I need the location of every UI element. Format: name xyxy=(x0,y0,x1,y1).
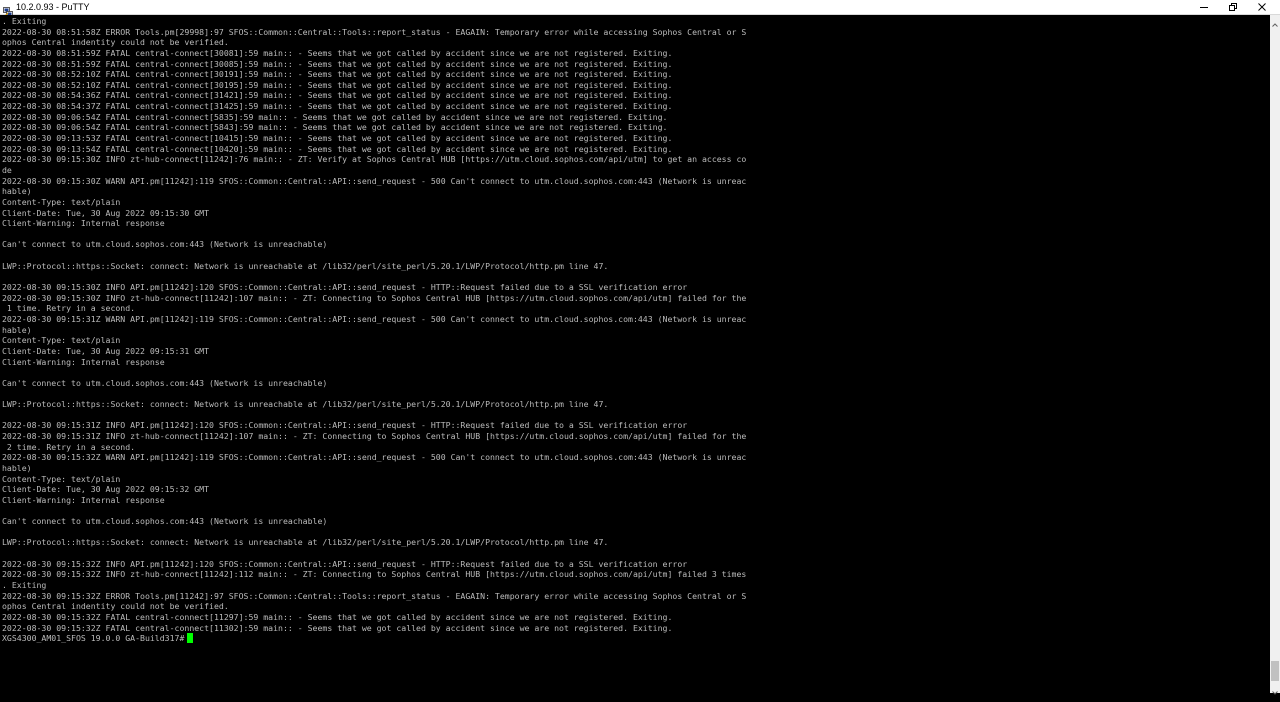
terminal-line: 2022-08-30 09:15:31Z INFO zt-hub-connect… xyxy=(2,430,747,441)
terminal-line: hable) xyxy=(2,324,32,335)
terminal-line: Client-Warning: Internal response xyxy=(2,494,165,505)
terminal-line: 2022-08-30 08:51:58Z ERROR Tools.pm[2999… xyxy=(2,26,747,37)
terminal-line: 2022-08-30 08:51:59Z FATAL central-conne… xyxy=(2,47,673,58)
putty-icon[interactable] xyxy=(3,2,13,17)
terminal-line: LWP::Protocol::https::Socket: connect: N… xyxy=(2,537,609,548)
minimize-icon xyxy=(1199,2,1209,12)
terminal-line: de xyxy=(2,164,12,175)
text-cursor xyxy=(187,633,194,644)
terminal-line: 2 time. Retry in a second. xyxy=(2,441,136,452)
terminal-line: LWP::Protocol::https::Socket: connect: N… xyxy=(2,260,609,271)
terminal-line: Client-Warning: Internal response xyxy=(2,356,165,367)
terminal-line: hable) xyxy=(2,462,32,473)
terminal-line: Content-Type: text/plain xyxy=(2,473,121,484)
terminal-line: 2022-08-30 09:15:32Z ERROR Tools.pm[1124… xyxy=(2,590,747,601)
restore-icon xyxy=(1228,2,1238,12)
terminal-output[interactable]: . Exiting 2022-08-30 08:51:58Z ERROR Tool… xyxy=(0,15,1270,693)
terminal-line: hable) xyxy=(2,186,32,197)
terminal-line: 2022-08-30 09:15:32Z FATAL central-conne… xyxy=(2,622,673,633)
terminal-line: 2022-08-30 09:06:54Z FATAL central-conne… xyxy=(2,122,668,133)
terminal-line: Content-Type: text/plain xyxy=(2,196,121,207)
terminal-line: 2022-08-30 09:13:54Z FATAL central-conne… xyxy=(2,143,673,154)
terminal-line: 2022-08-30 09:15:30Z INFO API.pm[11242]:… xyxy=(2,282,688,293)
terminal-line: 2022-08-30 09:15:32Z INFO API.pm[11242]:… xyxy=(2,558,688,569)
terminal-line: 2022-08-30 09:15:30Z INFO zt-hub-connect… xyxy=(2,154,747,165)
terminal-line: 2022-08-30 09:13:53Z FATAL central-conne… xyxy=(2,133,673,144)
window-title: 10.2.0.93 - PuTTY xyxy=(16,2,90,12)
shell-prompt: XGS4300_AM01_SFOS 19.0.0 GA-Build317# xyxy=(2,633,185,644)
terminal-line: ophos Central indentity could not be ver… xyxy=(2,601,229,612)
terminal-text: . Exiting 2022-08-30 08:51:58Z ERROR Tool… xyxy=(2,16,746,644)
minimize-button[interactable] xyxy=(1188,0,1220,14)
terminal-line: 2022-08-30 08:54:36Z FATAL central-conne… xyxy=(2,90,673,101)
terminal-line: ophos Central indentity could not be ver… xyxy=(2,37,229,48)
scroll-up-arrow-icon[interactable] xyxy=(1270,15,1280,27)
terminal-line: 2022-08-30 09:15:31Z INFO API.pm[11242]:… xyxy=(2,420,688,431)
terminal-line: 2022-08-30 09:15:32Z FATAL central-conne… xyxy=(2,611,673,622)
terminal-line: 2022-08-30 08:51:59Z FATAL central-conne… xyxy=(2,58,673,69)
terminal-line: Can't connect to utm.cloud.sophos.com:44… xyxy=(2,516,328,527)
scrollbar-thumb[interactable] xyxy=(1271,661,1279,681)
title-bar[interactable]: 10.2.0.93 - PuTTY xyxy=(0,0,1280,17)
terminal-line: 2022-08-30 09:15:30Z WARN API.pm[11242]:… xyxy=(2,175,747,186)
terminal-line: Can't connect to utm.cloud.sophos.com:44… xyxy=(2,377,328,388)
shell-prompt-line[interactable]: XGS4300_AM01_SFOS 19.0.0 GA-Build317# xyxy=(2,633,746,644)
terminal-line: 2022-08-30 09:15:30Z INFO zt-hub-connect… xyxy=(2,292,747,303)
terminal-line: Client-Date: Tue, 30 Aug 2022 09:15:32 G… xyxy=(2,484,210,495)
scroll-down-arrow-icon[interactable] xyxy=(1270,683,1280,695)
terminal-line: 2022-08-30 08:52:10Z FATAL central-conne… xyxy=(2,69,673,80)
terminal-line: Client-Date: Tue, 30 Aug 2022 09:15:31 G… xyxy=(2,345,210,356)
terminal-line: Client-Date: Tue, 30 Aug 2022 09:15:30 G… xyxy=(2,207,210,218)
terminal-line: . Exiting xyxy=(2,16,47,26)
close-button[interactable] xyxy=(1246,0,1278,14)
terminal-line: 2022-08-30 09:15:32Z WARN API.pm[11242]:… xyxy=(2,452,747,463)
terminal-line: . Exiting xyxy=(2,579,47,590)
terminal-line: 2022-08-30 09:06:54Z FATAL central-conne… xyxy=(2,111,668,122)
terminal-line: LWP::Protocol::https::Socket: connect: N… xyxy=(2,399,609,410)
terminal-line: Client-Warning: Internal response xyxy=(2,218,165,229)
terminal-line: 2022-08-30 08:54:37Z FATAL central-conne… xyxy=(2,101,673,112)
terminal-line: Content-Type: text/plain xyxy=(2,335,121,346)
terminal-line: 2022-08-30 09:15:31Z WARN API.pm[11242]:… xyxy=(2,313,747,324)
restore-button[interactable] xyxy=(1217,0,1249,14)
close-icon xyxy=(1257,2,1267,12)
vertical-scrollbar[interactable] xyxy=(1270,15,1280,695)
terminal-line: 2022-08-30 08:52:10Z FATAL central-conne… xyxy=(2,79,673,90)
terminal-line: 2022-08-30 09:15:32Z INFO zt-hub-connect… xyxy=(2,569,747,580)
terminal-line: 1 time. Retry in a second. xyxy=(2,303,136,314)
terminal-line: Can't connect to utm.cloud.sophos.com:44… xyxy=(2,239,328,250)
